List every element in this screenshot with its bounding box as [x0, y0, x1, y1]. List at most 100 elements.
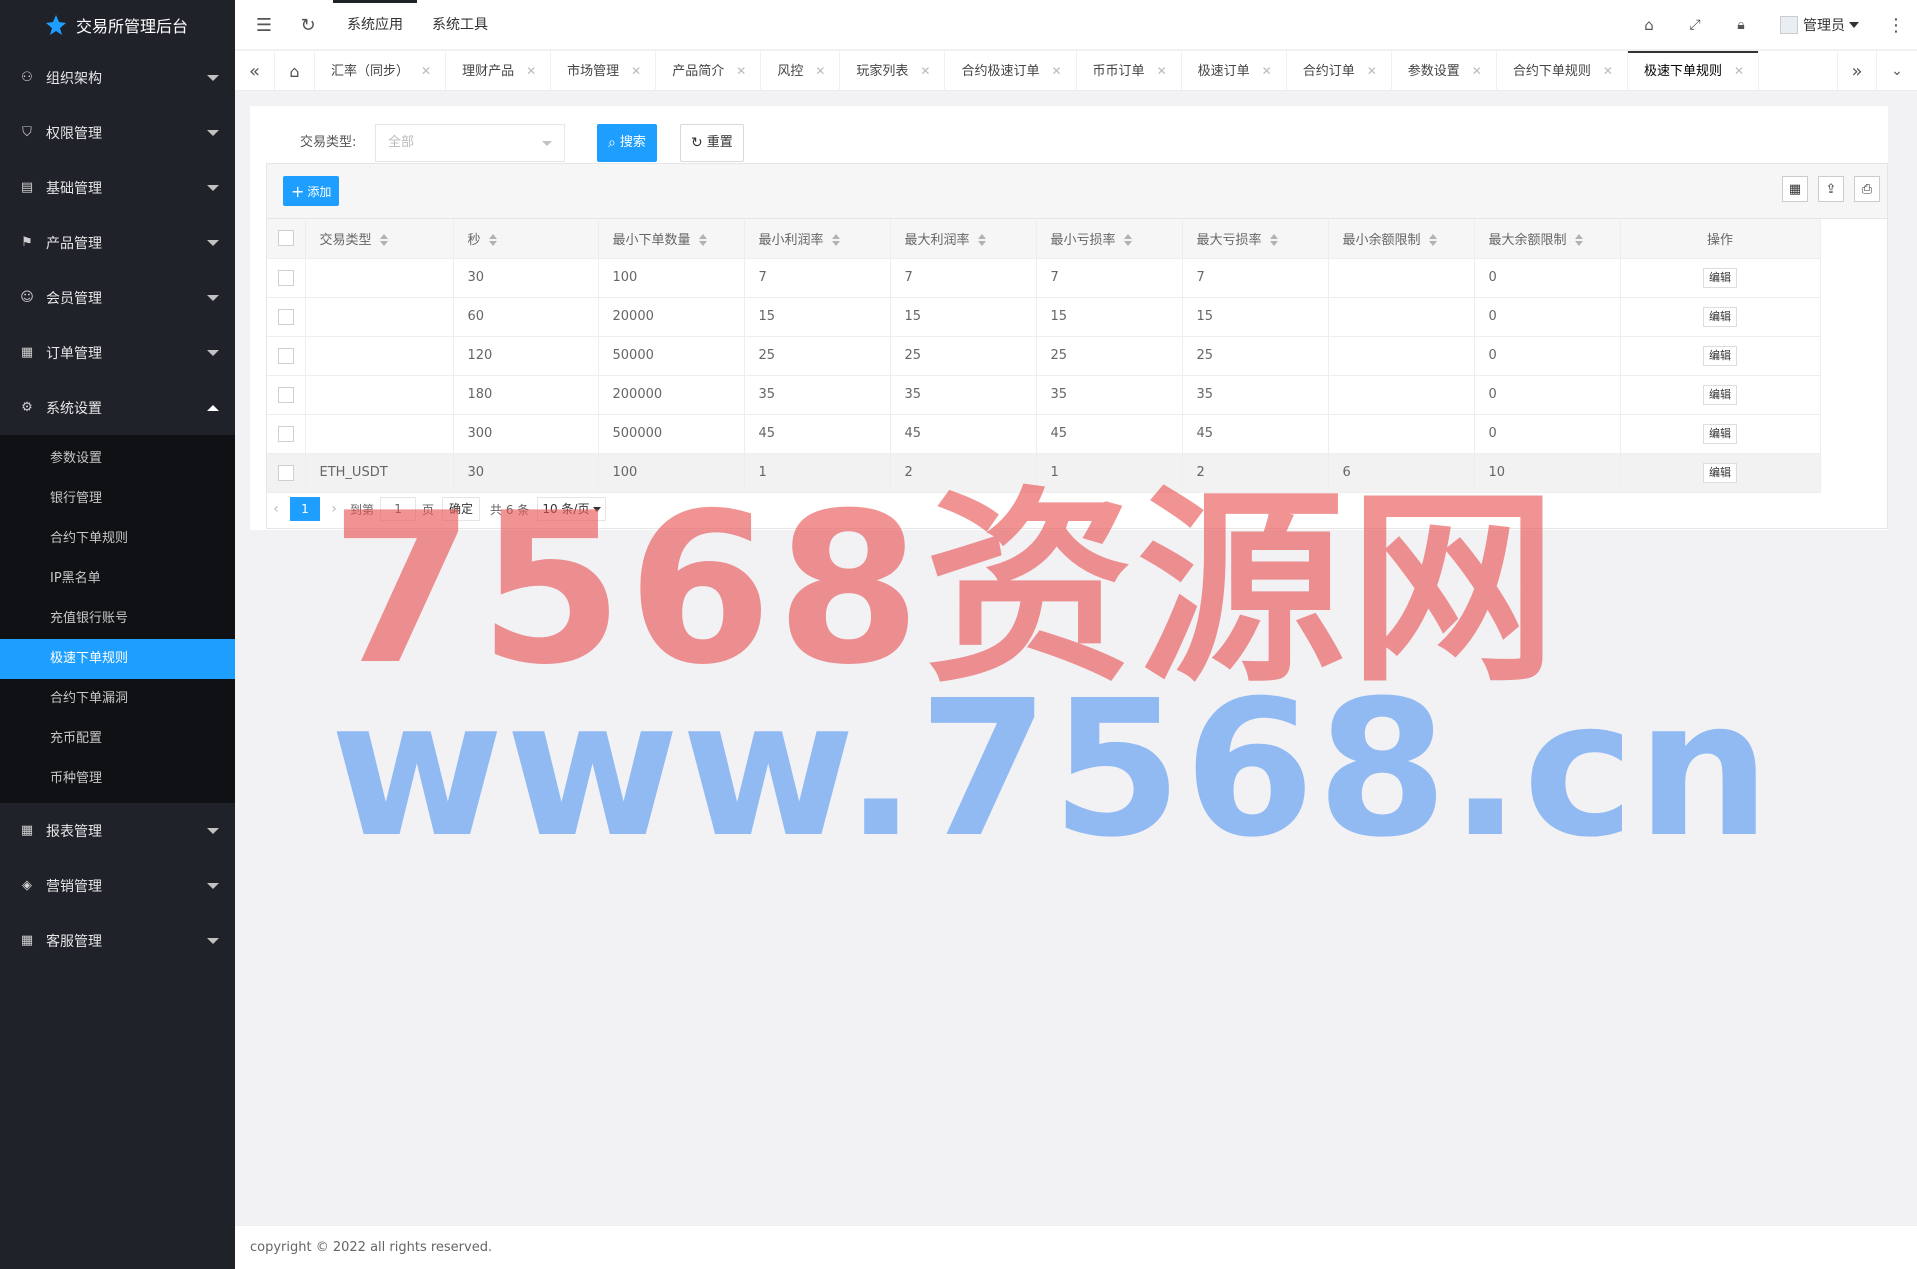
tag-icon[interactable]: ⌂: [1638, 14, 1660, 36]
select-all-checkbox[interactable]: [277, 230, 294, 247]
more-icon[interactable]: ⋮: [1885, 14, 1907, 36]
nav-system-tools[interactable]: 系统工具: [432, 0, 488, 50]
tab[interactable]: 合约订单 ✕: [1287, 51, 1392, 91]
goto-confirm-button[interactable]: 确定: [442, 497, 481, 521]
tab[interactable]: 理财产品 ✕: [446, 51, 552, 91]
sidebar-group-shield[interactable]: ⛉ 权限管理: [0, 105, 235, 160]
row-checkbox[interactable]: [277, 464, 294, 481]
sidebar-group-org[interactable]: ⚇ 组织架构: [0, 50, 235, 105]
sidebar-group-user[interactable]: ☺ 会员管理: [0, 270, 235, 325]
close-icon[interactable]: ✕: [1603, 64, 1613, 78]
sort-icon[interactable]: [379, 234, 388, 247]
menu-toggle-icon[interactable]: ☰: [253, 14, 275, 36]
edit-button[interactable]: 编辑: [1703, 267, 1737, 288]
row-checkbox[interactable]: [277, 386, 294, 403]
home-tab-icon[interactable]: ⌂: [275, 51, 315, 91]
tab[interactable]: 汇率（同步） ✕: [315, 51, 447, 91]
sort-icon[interactable]: [1574, 234, 1583, 247]
sidebar-sub-item[interactable]: IP黑名单: [0, 559, 235, 599]
goto-page-input[interactable]: 1: [380, 497, 417, 521]
edit-button[interactable]: 编辑: [1703, 306, 1737, 327]
user-menu[interactable]: 管理员: [1780, 14, 1859, 36]
trade-type-select[interactable]: 全部: [375, 124, 565, 162]
sidebar-group-grid[interactable]: ▦ 订单管理: [0, 325, 235, 380]
tab[interactable]: 极速下单规则 ✕: [1627, 51, 1760, 91]
close-icon[interactable]: ✕: [1051, 64, 1061, 78]
online-count-badge[interactable]: 在线人数：1: [1309, 9, 1401, 41]
print-icon[interactable]: ⎙: [1854, 176, 1880, 202]
sidebar-sub-item[interactable]: 银行管理: [0, 479, 235, 519]
page-size-select[interactable]: 10 条/页: [537, 497, 607, 521]
app-logo[interactable]: 交易所管理后台: [0, 0, 235, 50]
prev-page-icon[interactable]: ‹: [266, 501, 286, 517]
refresh-icon[interactable]: ↻: [297, 14, 319, 36]
close-icon[interactable]: ✕: [631, 64, 641, 78]
close-icon[interactable]: ✕: [1157, 64, 1167, 78]
columns-filter-icon[interactable]: ▦: [1782, 176, 1808, 202]
sidebar-sub-item[interactable]: 合约下单规则: [0, 519, 235, 559]
edit-button[interactable]: 编辑: [1703, 462, 1737, 483]
tabs-scroll-left-icon[interactable]: «: [235, 51, 275, 91]
row-checkbox[interactable]: [277, 269, 294, 286]
page-1[interactable]: 1: [290, 497, 320, 521]
tab[interactable]: 市场管理 ✕: [551, 51, 657, 91]
tab[interactable]: 参数设置 ✕: [1392, 51, 1497, 91]
export-icon[interactable]: ⇪: [1818, 176, 1844, 202]
sidebar-group-marketing[interactable]: ◈ 营销管理: [0, 858, 235, 913]
close-icon[interactable]: ✕: [920, 64, 930, 78]
reset-button[interactable]: ↻ 重置: [680, 124, 744, 162]
sidebar-sub-item[interactable]: 充币配置: [0, 719, 235, 759]
sort-icon[interactable]: [698, 234, 707, 247]
sidebar-group-report[interactable]: ▦ 报表管理: [0, 803, 235, 858]
withdraw-badge[interactable]: 提款：34: [1538, 9, 1613, 41]
nav-system-apps[interactable]: 系统应用: [333, 0, 417, 50]
lock-icon[interactable]: 🔒︎: [1730, 14, 1752, 36]
close-icon[interactable]: ✕: [815, 64, 825, 78]
sort-icon[interactable]: [1428, 234, 1437, 247]
tab[interactable]: 玩家列表 ✕: [840, 51, 946, 91]
sidebar-group-service[interactable]: ▦ 客服管理: [0, 913, 235, 968]
close-icon[interactable]: ✕: [1734, 64, 1744, 78]
sidebar-sub-item[interactable]: 充值银行账号: [0, 599, 235, 639]
sort-icon[interactable]: [488, 234, 497, 247]
row-checkbox[interactable]: [277, 308, 294, 325]
sidebar-group-flag[interactable]: ⚑ 产品管理: [0, 215, 235, 270]
close-icon[interactable]: ✕: [1367, 64, 1377, 78]
recharge-badge[interactable]: 充值：21: [1434, 9, 1509, 41]
sort-icon[interactable]: [977, 234, 986, 247]
sidebar-sub-item[interactable]: 极速下单规则: [0, 639, 235, 679]
sidebar-group-system-settings[interactable]: ⚙ 系统设置: [0, 380, 235, 435]
edit-button[interactable]: 编辑: [1703, 345, 1737, 366]
tab[interactable]: 极速订单 ✕: [1182, 51, 1287, 91]
sidebar-group-layer[interactable]: ▤ 基础管理: [0, 160, 235, 215]
close-icon[interactable]: ✕: [1472, 64, 1482, 78]
sidebar-sub-item[interactable]: 合约下单漏洞: [0, 679, 235, 719]
actions-cell: 编辑: [1620, 453, 1821, 493]
edit-button[interactable]: 编辑: [1703, 423, 1737, 444]
row-checkbox[interactable]: [277, 347, 294, 364]
close-icon[interactable]: ✕: [736, 64, 746, 78]
tab[interactable]: 合约极速订单 ✕: [945, 51, 1077, 91]
tab[interactable]: 风控 ✕: [761, 51, 841, 91]
row-checkbox[interactable]: [277, 425, 294, 442]
sort-icon[interactable]: [1269, 234, 1278, 247]
tab[interactable]: 产品简介 ✕: [656, 51, 762, 91]
edit-button[interactable]: 编辑: [1703, 384, 1737, 405]
sidebar-sub-item[interactable]: 币种管理: [0, 759, 235, 799]
sort-icon[interactable]: [1123, 234, 1132, 247]
add-button[interactable]: + 添加: [283, 176, 340, 206]
close-icon[interactable]: ✕: [526, 64, 536, 78]
sidebar-sub-item[interactable]: 参数设置: [0, 439, 235, 479]
sort-icon[interactable]: [831, 234, 840, 247]
search-button[interactable]: ⌕ 搜索: [597, 124, 657, 162]
tabs-scroll-right-icon[interactable]: »: [1837, 51, 1877, 91]
close-icon[interactable]: ✕: [1262, 64, 1272, 78]
search-button-label: 搜索: [619, 135, 646, 150]
fullscreen-icon[interactable]: ⤢: [1684, 14, 1706, 36]
column-header-label: 最小利润率: [758, 232, 824, 248]
tabs-menu-chevron-icon[interactable]: ⌄: [1877, 51, 1917, 91]
tab[interactable]: 币币订单 ✕: [1077, 51, 1182, 91]
tab[interactable]: 合约下单规则 ✕: [1497, 51, 1628, 91]
close-icon[interactable]: ✕: [421, 64, 431, 78]
next-page-icon[interactable]: ›: [324, 501, 344, 517]
